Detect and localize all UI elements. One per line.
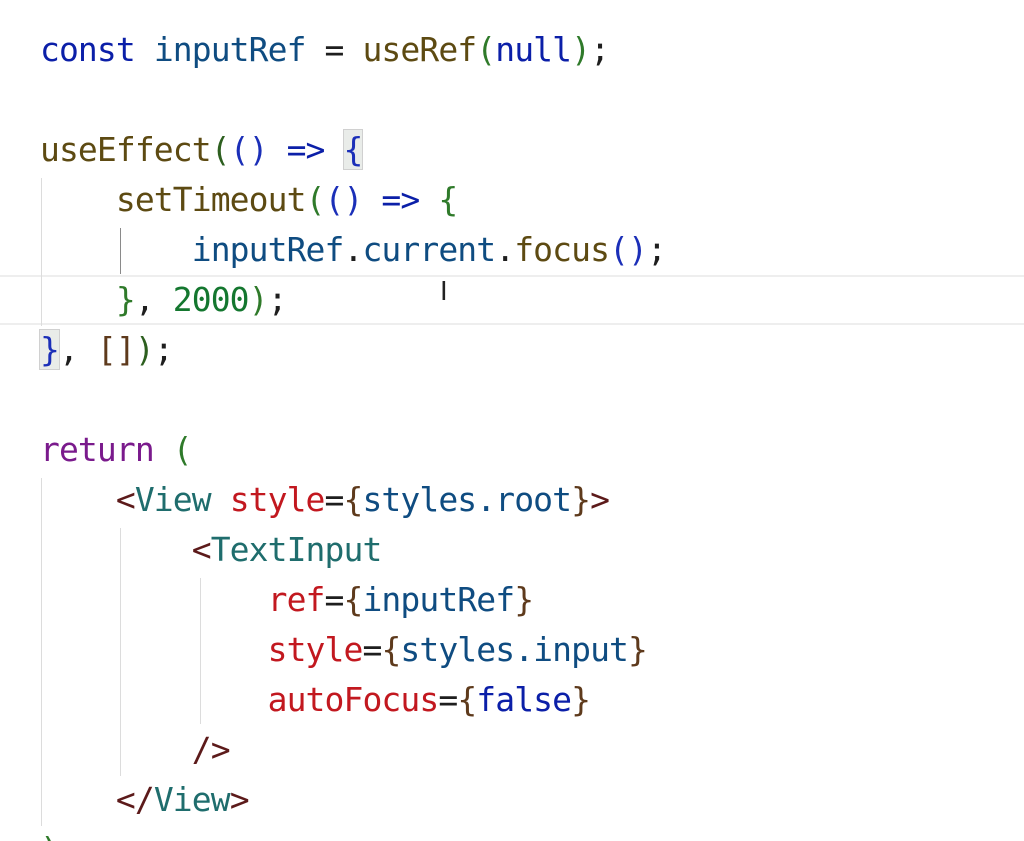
paren-open: ( <box>305 180 326 219</box>
paren-open: ( <box>153 430 193 469</box>
code-line-6[interactable]: }, 2000); <box>40 275 288 325</box>
arrow-params: () <box>229 130 269 169</box>
expr-styles-root: styles.root <box>362 480 572 519</box>
code-line-12[interactable]: ref={inputRef} <box>40 575 534 625</box>
code-editor[interactable]: const inputRef = useRef(null); useEffect… <box>0 0 1024 841</box>
code-line-7[interactable]: }, []); <box>39 325 174 375</box>
function-useeffect: useEffect <box>40 130 212 169</box>
expr-close: } <box>514 580 534 619</box>
expr-close: } <box>628 630 648 669</box>
expr-open: { <box>343 580 364 619</box>
attr-equals: = <box>438 680 458 719</box>
jsx-tag-view: View <box>134 480 212 519</box>
paren-close: ) <box>134 330 155 369</box>
attr-equals: = <box>362 630 382 669</box>
comma: , <box>58 330 97 369</box>
dot: . <box>343 230 364 269</box>
jsx-attr-style: style <box>229 480 326 519</box>
comma: , <box>134 280 173 319</box>
expr-open: { <box>381 630 401 669</box>
method-focus: focus <box>514 230 610 269</box>
arrow-operator: => <box>362 180 439 219</box>
code-line-15[interactable]: /> <box>40 725 231 775</box>
paren-close: ) <box>40 830 60 841</box>
variable-inputref: inputRef <box>153 30 307 69</box>
jsx-lt: < <box>191 530 212 569</box>
attr-equals: = <box>324 480 345 519</box>
dot: . <box>495 230 515 269</box>
jsx-tag-view: View <box>153 780 231 819</box>
matched-brace-close: } <box>39 329 60 370</box>
brace-open: { <box>438 180 458 219</box>
semicolon: ; <box>153 330 174 369</box>
operator-assign: = <box>305 30 363 69</box>
expr-close: } <box>571 480 591 519</box>
jsx-gt: > <box>229 780 250 819</box>
variable-inputref: inputRef <box>191 230 345 269</box>
call-parens: () <box>609 230 648 269</box>
keyword-return: return <box>40 430 155 469</box>
jsx-attr-ref: ref <box>267 580 326 619</box>
paren-open: ( <box>476 30 496 69</box>
text-cursor-icon: I <box>440 277 448 307</box>
semicolon: ; <box>267 280 288 319</box>
literal-null: null <box>495 30 572 69</box>
function-useref: useRef <box>362 30 477 69</box>
semicolon: ; <box>647 230 667 269</box>
brace-close: } <box>115 280 136 319</box>
code-line-11[interactable]: <TextInput <box>40 525 383 575</box>
arrow-operator: => <box>267 130 344 169</box>
attr-equals: = <box>324 580 345 619</box>
jsx-lt: < <box>115 480 136 519</box>
expr-open: { <box>343 480 364 519</box>
keyword-const: const <box>40 30 136 69</box>
code-line-17[interactable]: ) <box>40 825 60 841</box>
semicolon: ; <box>590 30 610 69</box>
code-line-13[interactable]: style={styles.input} <box>40 625 648 675</box>
jsx-tag-textinput: TextInput <box>210 530 383 569</box>
code-line-4[interactable]: setTimeout(() => { <box>40 175 458 225</box>
expr-styles-input: styles.input <box>400 630 629 669</box>
literal-false: false <box>476 680 572 719</box>
paren-close: ) <box>248 280 269 319</box>
jsx-gt: > <box>590 480 610 519</box>
expr-inputref: inputRef <box>362 580 515 619</box>
matched-brace-open: { <box>342 129 364 170</box>
jsx-attr-autofocus: autoFocus <box>267 680 440 719</box>
code-line-16[interactable]: </View> <box>40 775 250 825</box>
code-line-3[interactable]: useEffect(() => { <box>40 125 364 175</box>
code-line-9[interactable]: return ( <box>40 425 193 475</box>
jsx-attr-style: style <box>267 630 364 669</box>
paren-close: ) <box>571 30 591 69</box>
arrow-params: () <box>324 180 364 219</box>
property-current: current <box>362 230 496 269</box>
jsx-self-close: /> <box>191 730 231 769</box>
expr-open: { <box>457 680 477 719</box>
expr-close: } <box>571 680 591 719</box>
deps-array: [] <box>96 330 136 369</box>
code-line-5[interactable]: inputRef.current.focus(); <box>40 225 667 275</box>
paren-open: ( <box>210 130 231 169</box>
number-delay: 2000 <box>172 280 250 319</box>
code-line-14[interactable]: autoFocus={false} <box>40 675 591 725</box>
code-line-10[interactable]: <View style={styles.root}> <box>40 475 610 525</box>
function-settimeout: setTimeout <box>115 180 307 219</box>
jsx-close-open: </ <box>115 780 155 819</box>
code-line-1[interactable]: const inputRef = useRef(null); <box>40 25 610 75</box>
